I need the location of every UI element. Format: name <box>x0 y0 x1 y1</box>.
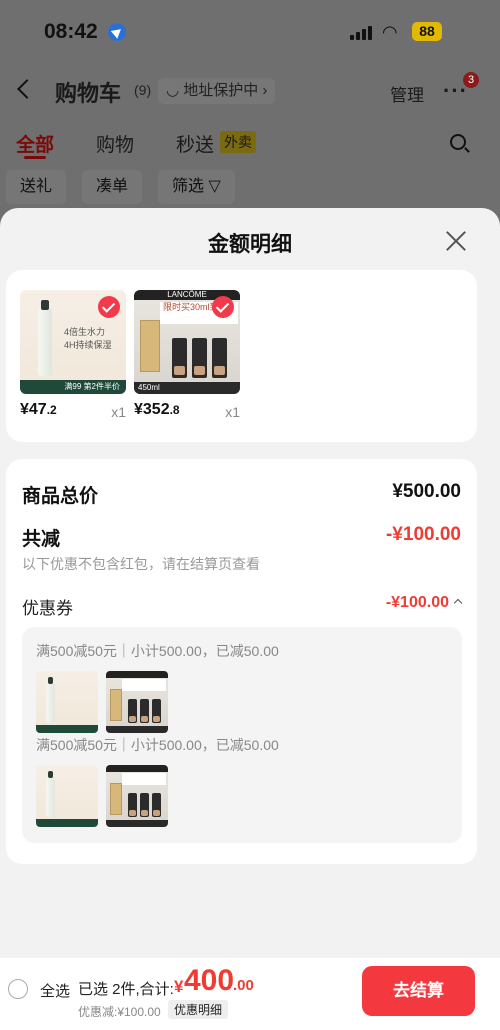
discount-summary: 优惠减:¥100.00 <box>78 1005 161 1019</box>
search-icon[interactable] <box>450 134 466 150</box>
battery-icon: 88 <box>412 22 442 41</box>
status-bar: 08:42 ◠ 88 <box>0 18 500 48</box>
product-image-text: 4倍生水力 4H持续保湿 <box>64 327 112 350</box>
cart-tabs: 全部 购物 秒送 外卖 <box>0 128 500 162</box>
cart-count: (9) <box>134 82 152 98</box>
price-row: ¥352.8 x1 <box>134 398 240 424</box>
bottle-graphic <box>38 300 52 376</box>
price-detail-card: 商品总价 ¥500.00 共减 -¥100.00 以下优惠不包含红包，请在结算页… <box>6 459 477 864</box>
total-price-label: 商品总价 <box>22 486 99 507</box>
total-decimal: .00 <box>233 977 254 994</box>
discount-detail-button[interactable]: 优惠明细 <box>168 1000 229 1019</box>
product-thumb <box>106 671 168 733</box>
select-all-radio[interactable] <box>8 979 28 999</box>
tube-graphic <box>212 338 227 378</box>
takeout-badge: 外卖 <box>220 131 256 153</box>
total-amount: 400 <box>184 964 235 997</box>
back-icon[interactable] <box>17 79 37 99</box>
tube-graphic <box>192 338 207 378</box>
tab-fast-delivery[interactable]: 秒送 <box>176 130 214 157</box>
navbar: 购物车 (9) ◡ 地址保护中 › 管理 ··· 3 <box>0 72 500 112</box>
coupon-breakdown: 满500减50元｜小计500.00，已减50.00 满500减50元｜小计500… <box>22 627 462 843</box>
filter-chips: 送礼 凑单 筛选 ▽ <box>0 170 500 204</box>
tab-all[interactable]: 全部 <box>16 130 54 157</box>
band-text: 450ml <box>138 383 160 392</box>
tab-shop[interactable]: 购物 <box>96 130 134 157</box>
location-arrow-icon <box>108 23 126 41</box>
checkout-button[interactable]: 去结算 <box>362 966 475 1016</box>
total-currency: ¥ <box>174 977 184 996</box>
product-thumb <box>106 765 168 827</box>
status-time: 08:42 <box>44 20 98 43</box>
checkout-bar: 全选 已选 2件,合计: ¥ 400 .00 优惠减:¥100.00 优惠明细 … <box>0 958 500 1030</box>
band-text: 满99 第2件半价 <box>64 382 120 391</box>
product-thumb <box>36 765 98 827</box>
product-qty: x1 <box>225 404 240 420</box>
price-row: ¥47.2 x1 <box>20 398 126 424</box>
product-item[interactable]: 4倍生水力 4H持续保湿 满99 第2件半价 ¥47.2 x1 <box>20 290 126 424</box>
discount-note: 以下优惠不包含红包，请在结算页查看 <box>22 556 260 572</box>
coupon-toggle[interactable]: -¥100.00 <box>386 594 463 612</box>
sheet-title: 金额明细 <box>208 233 292 256</box>
selected-products-card: 4倍生水力 4H持续保湿 满99 第2件半价 ¥47.2 x1 LANCÔME … <box>6 270 477 442</box>
product-image: 4倍生水力 4H持续保湿 满99 第2件半价 <box>20 290 126 394</box>
notification-badge: 3 <box>463 72 479 88</box>
reduce-value: -¥100.00 <box>385 524 461 545</box>
product-price: ¥352.8 <box>134 401 180 418</box>
checkmark-icon[interactable] <box>98 296 120 318</box>
chip-gift[interactable]: 送礼 <box>6 170 67 204</box>
reduce-label: 共减 <box>22 529 61 550</box>
coupon-label: 优惠券 <box>22 599 73 618</box>
tube-graphic <box>172 338 187 378</box>
chip-combine[interactable]: 凑单 <box>82 170 143 204</box>
box-graphic <box>140 320 160 372</box>
tab-active-indicator <box>24 156 46 159</box>
wifi-icon: ◠ <box>382 22 398 42</box>
coupon-group-title: 满500减50元｜小计500.00，已减50.00 <box>36 643 279 659</box>
chip-filter[interactable]: 筛选 ▽ <box>158 170 235 204</box>
cart-page-background: 08:42 ◠ 88 购物车 (9) ◡ 地址保护中 › 管理 ··· 3 全部… <box>0 0 500 230</box>
coupon-group-title: 满500减50元｜小计500.00，已减50.00 <box>36 737 279 753</box>
product-thumb <box>36 671 98 733</box>
chevron-up-icon <box>453 598 463 608</box>
product-image-band: 450ml <box>134 382 240 394</box>
product-image: LANCÔME 限时买30ml到手 450ml <box>134 290 240 394</box>
checkmark-icon[interactable] <box>212 296 234 318</box>
product-qty: x1 <box>111 404 126 420</box>
signal-icon <box>350 26 374 40</box>
coupon-group-thumbs <box>36 765 236 827</box>
product-image-band: 满99 第2件半价 <box>20 380 126 394</box>
amount-detail-sheet: 金额明细 4倍生水力 4H持续保湿 满99 第2件半价 ¥47.2 x1 LAN… <box>0 208 500 1030</box>
close-icon[interactable] <box>445 230 467 252</box>
selected-summary: 已选 2件,合计: <box>78 981 174 998</box>
select-all-label[interactable]: 全选 <box>40 980 70 1001</box>
manage-button[interactable]: 管理 <box>390 81 424 106</box>
page-title: 购物车 <box>55 81 122 106</box>
product-price: ¥47.2 <box>20 401 57 418</box>
total-price-value: ¥500.00 <box>392 481 461 502</box>
address-protection-button[interactable]: ◡ 地址保护中 › <box>158 78 276 104</box>
product-item[interactable]: LANCÔME 限时买30ml到手 450ml ¥352.8 x1 <box>134 290 240 424</box>
coupon-group-thumbs <box>36 671 236 733</box>
